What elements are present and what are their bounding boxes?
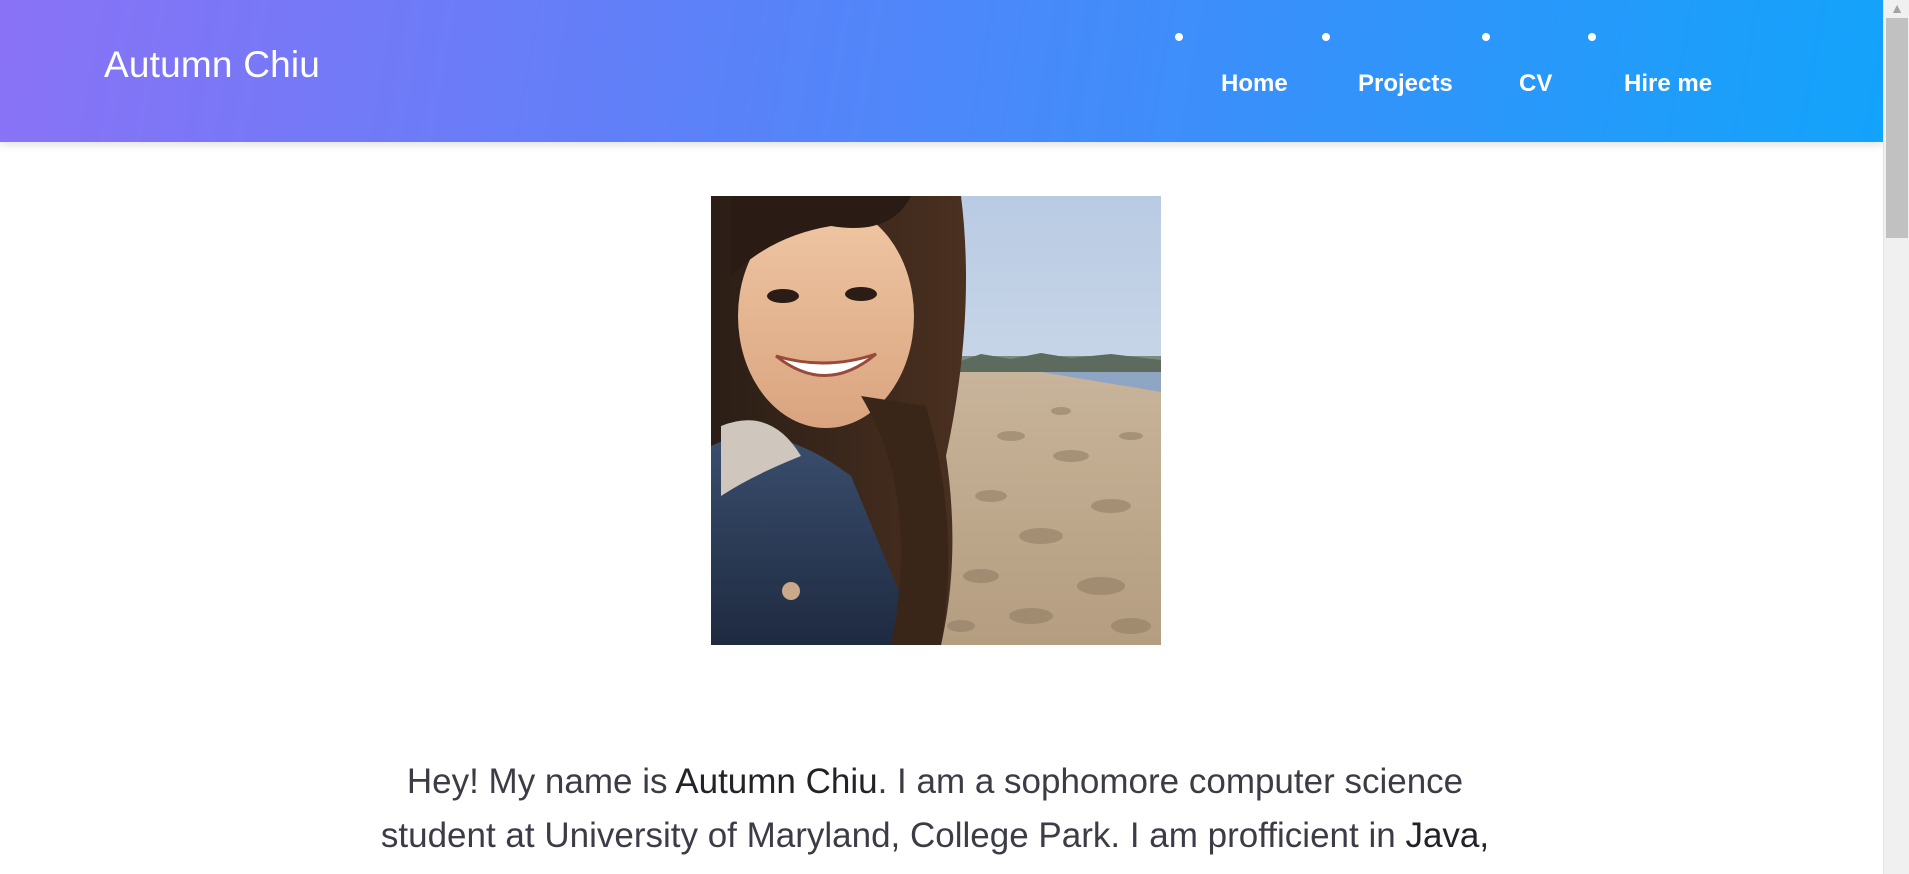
bio-paragraph: Hey! My name is Autumn Chiu. I am a soph… [380, 755, 1490, 874]
scroll-up-arrow-icon[interactable]: ▲ [1884, 0, 1909, 16]
nav-menu: Home Projects CV Hire me [0, 0, 1883, 142]
nav-link-cv[interactable]: CV [1519, 70, 1552, 98]
bullet-icon [1588, 33, 1596, 41]
nav-link-home[interactable]: Home [1221, 70, 1288, 98]
browser-viewport: Autumn Chiu Home Projects CV Hire me Hey… [0, 0, 1883, 874]
bullet-icon [1322, 33, 1330, 41]
bullet-icon [1482, 33, 1490, 41]
nav-link-projects[interactable]: Projects [1358, 70, 1453, 98]
vertical-scrollbar[interactable]: ▲ [1883, 0, 1909, 874]
scrollbar-thumb[interactable] [1886, 18, 1908, 238]
bio-name: Autumn Chiu [675, 762, 878, 801]
bio-intro-text: Hey! My name is [406, 762, 676, 801]
top-navbar: Autumn Chiu Home Projects CV Hire me [0, 0, 1883, 142]
bullet-icon [1175, 33, 1183, 41]
profile-photo-image [711, 196, 1161, 645]
page: Autumn Chiu Home Projects CV Hire me Hey… [0, 0, 1909, 874]
profile-photo [711, 196, 1161, 645]
nav-link-hire-me[interactable]: Hire me [1624, 70, 1712, 98]
